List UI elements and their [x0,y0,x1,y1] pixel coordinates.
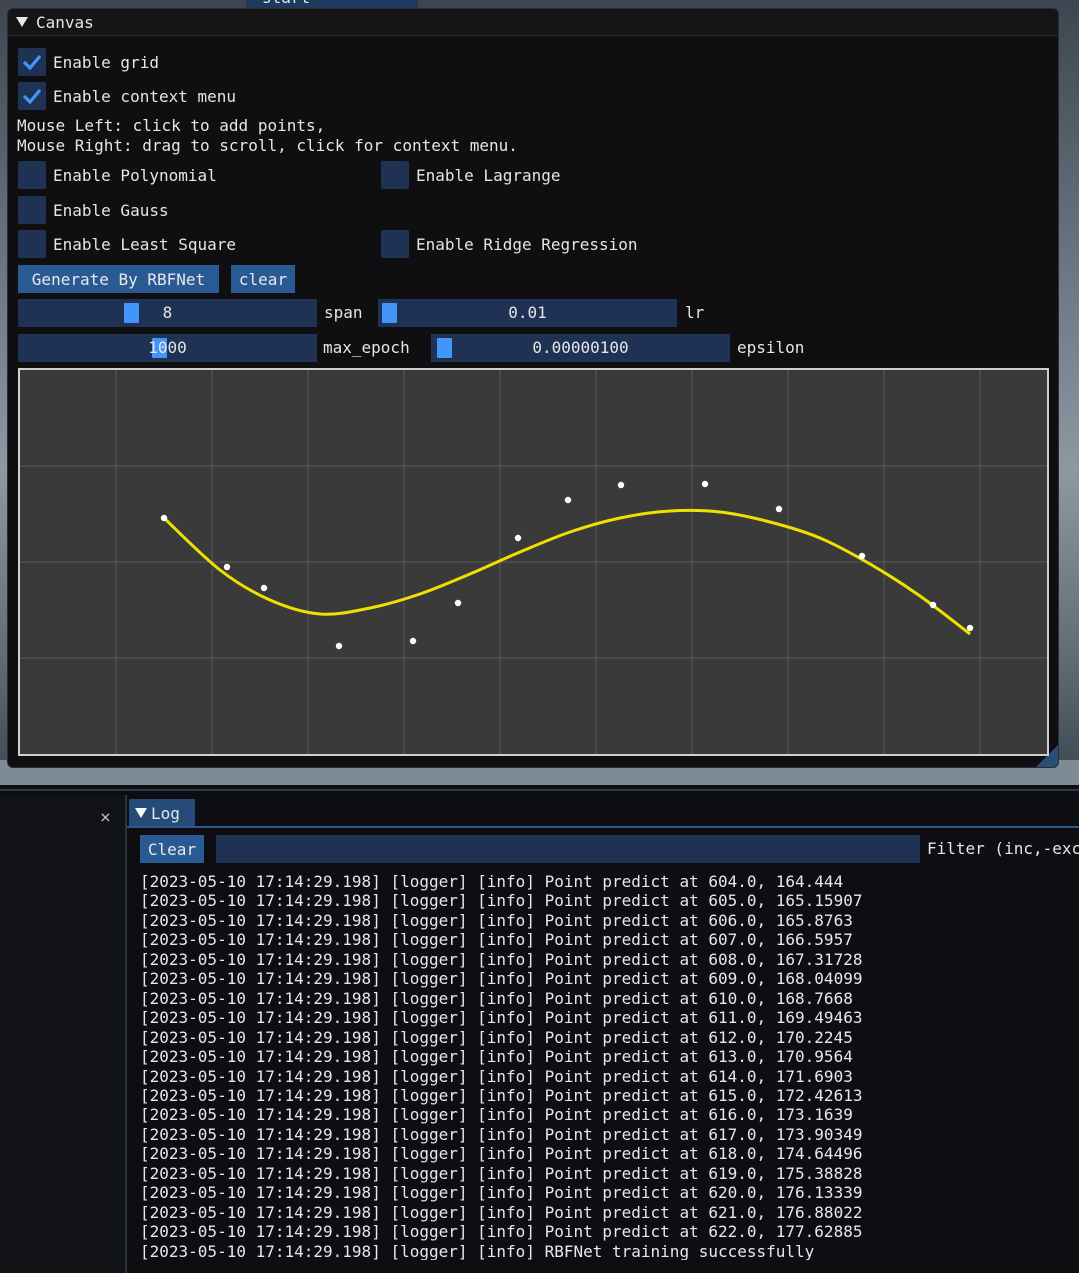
epsilon-label: epsilon [737,338,805,357]
data-point[interactable] [514,534,522,542]
span-label: span [324,303,363,322]
log-line: [2023-05-10 17:14:29.198] [logger] [info… [140,1241,815,1260]
enable-ridge-regression-label: Enable Ridge Regression [416,234,638,254]
enable-gauss-checkbox[interactable] [18,196,46,224]
log-line: [2023-05-10 17:14:29.198] [logger] [info… [140,891,863,911]
enable-grid-row[interactable]: Enable grid [18,48,159,76]
enable-lagrange-row[interactable]: Enable Lagrange [381,161,561,189]
log-line: [2023-05-10 17:14:29.198] [logger] [info… [140,1222,863,1242]
epsilon-slider-value: 0.00000100 [532,338,629,357]
enable-least-square-checkbox[interactable] [18,230,46,258]
collapse-arrow-icon[interactable] [135,808,147,818]
drawing-canvas[interactable] [18,368,1049,756]
data-point[interactable] [701,480,709,488]
enable-context-menu-checkbox[interactable] [18,82,46,110]
log-output[interactable]: [2023-05-10 17:14:29.198] [logger] [info… [140,872,1079,1260]
left-dock-pane: × [0,795,127,1273]
enable-lagrange-label: Enable Lagrange [416,165,561,185]
enable-gauss-row[interactable]: Enable Gauss [18,196,169,224]
lr-slider[interactable]: 0.01 [378,299,677,327]
data-point[interactable] [260,584,268,592]
canvas-window-title: Canvas [36,12,94,32]
tab-log[interactable]: Log [129,799,195,827]
data-point[interactable] [564,496,572,504]
span-slider[interactable]: 8 [18,299,317,327]
max-epoch-label: max_epoch [323,338,410,357]
enable-lagrange-checkbox[interactable] [381,161,409,189]
enable-polynomial-checkbox[interactable] [18,161,46,189]
checkmark-icon [22,54,42,70]
enable-polynomial-row[interactable]: Enable Polynomial [18,161,217,189]
log-line: [2023-05-10 17:14:29.198] [logger] [info… [140,930,853,950]
enable-ridge-regression-checkbox[interactable] [381,230,409,258]
max-epoch-slider[interactable]: 1000 [18,334,317,362]
data-point[interactable] [454,599,462,607]
data-point[interactable] [929,601,937,609]
clear-points-button[interactable]: clear [231,265,295,293]
log-line: [2023-05-10 17:14:29.198] [logger] [info… [140,1202,863,1222]
generate-rbfnet-button[interactable]: Generate By RBFNet [18,265,219,293]
enable-context-menu-label: Enable context menu [53,86,237,106]
log-line: [2023-05-10 17:14:29.198] [logger] [info… [140,1124,863,1144]
collapse-arrow-icon[interactable] [16,17,28,27]
log-line: [2023-05-10 17:14:29.198] [logger] [info… [140,1027,853,1047]
max-epoch-slider-value: 1000 [148,338,187,357]
log-dock-area: × Log Clear Filter (inc,-exc) [2023-05-1… [0,785,1079,1273]
enable-least-square-row[interactable]: Enable Least Square [18,230,236,258]
log-line: [2023-05-10 17:14:29.198] [logger] [info… [140,969,863,989]
canvas-window-titlebar[interactable]: Canvas [8,9,1058,36]
tab-underline [127,826,1079,828]
log-line: [2023-05-10 17:14:29.198] [logger] [info… [140,910,853,930]
log-line: [2023-05-10 17:14:29.198] [logger] [info… [140,1066,853,1086]
enable-polynomial-label: Enable Polynomial [53,165,217,185]
data-point[interactable] [223,563,231,571]
lr-slider-value: 0.01 [508,303,547,322]
log-filter-input[interactable] [216,835,920,863]
lr-label: lr [685,303,705,322]
log-line: [2023-05-10 17:14:29.198] [logger] [info… [140,1047,853,1067]
log-line: [2023-05-10 17:14:29.198] [logger] [info… [140,1163,863,1183]
rbfnet-fit-curve [162,508,971,636]
data-point[interactable] [617,481,625,489]
data-point[interactable] [966,624,974,632]
log-tab-label: Log [151,803,180,823]
log-line: [2023-05-10 17:14:29.198] [logger] [info… [140,988,853,1008]
log-line: [2023-05-10 17:14:29.198] [logger] [info… [140,1183,863,1203]
log-filter-label: Filter (inc,-exc) [927,839,1079,858]
log-line: [2023-05-10 17:14:29.198] [logger] [info… [140,949,863,969]
log-line: [2023-05-10 17:14:29.198] [logger] [info… [140,1144,863,1164]
close-icon[interactable]: × [100,807,111,828]
canvas-plot-svg[interactable] [20,370,1047,754]
dock-separator[interactable] [0,789,1079,791]
start-tab-label: start [262,0,310,7]
enable-grid-checkbox[interactable] [18,48,46,76]
data-point[interactable] [409,637,417,645]
enable-grid-label: Enable grid [53,52,159,72]
data-point[interactable] [858,552,866,560]
data-point[interactable] [160,514,168,522]
clear-log-button[interactable]: Clear [140,835,204,863]
enable-ridge-regression-row[interactable]: Enable Ridge Regression [381,230,638,258]
data-point[interactable] [775,505,783,513]
log-line: [2023-05-10 17:14:29.198] [logger] [info… [140,1008,863,1028]
log-line: [2023-05-10 17:14:29.198] [logger] [info… [140,872,844,891]
enable-context-menu-row[interactable]: Enable context menu [18,82,236,110]
checkmark-icon [22,88,42,104]
enable-gauss-label: Enable Gauss [53,200,169,220]
data-point[interactable] [335,642,343,650]
span-slider-value: 8 [162,303,173,322]
mouse-help-text: Mouse Left: click to add points, Mouse R… [17,116,518,155]
epsilon-slider[interactable]: 0.00000100 [431,334,730,362]
log-line: [2023-05-10 17:14:29.198] [logger] [info… [140,1105,853,1125]
enable-least-square-label: Enable Least Square [53,234,237,254]
log-line: [2023-05-10 17:14:29.198] [logger] [info… [140,1085,863,1105]
